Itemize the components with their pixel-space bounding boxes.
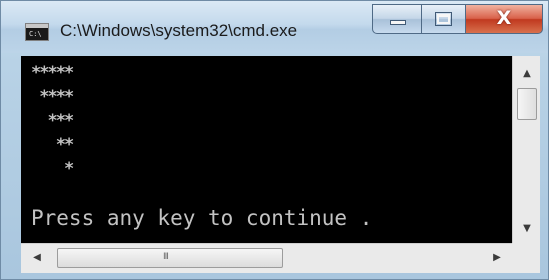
maximize-button[interactable]	[422, 4, 466, 34]
minimize-icon	[390, 20, 406, 25]
close-icon: X	[496, 7, 512, 29]
console-window: C:\ C:\Windows\system32\cmd.exe X ***** …	[0, 0, 549, 280]
horizontal-scrollbar[interactable]: ◀ III ▶	[21, 243, 512, 273]
cmd-icon[interactable]: C:\	[25, 23, 49, 41]
title-bar[interactable]: C:\ C:\Windows\system32\cmd.exe X	[1, 1, 548, 53]
window-title: C:\Windows\system32\cmd.exe	[60, 21, 298, 40]
scroll-left-icon[interactable]: ◀	[27, 248, 47, 268]
cmd-icon-text: C:\	[29, 30, 42, 38]
console-prompt: Press any key to continue .	[31, 206, 373, 230]
console-line: *	[31, 159, 74, 179]
scroll-up-icon[interactable]: ▲	[517, 64, 537, 84]
vertical-scroll-thumb[interactable]	[517, 88, 537, 120]
console-output[interactable]: ***** **** *** ** * Press any key to con…	[21, 56, 512, 243]
close-button[interactable]: X	[466, 4, 543, 34]
grip-icon: III	[163, 252, 169, 262]
size-grip[interactable]	[512, 243, 540, 273]
scroll-down-icon[interactable]: ▼	[517, 219, 537, 239]
console-line: ****	[31, 87, 74, 107]
maximize-icon	[435, 12, 452, 26]
console-line: ***	[31, 111, 74, 131]
console-line: *****	[31, 63, 74, 83]
scroll-right-icon[interactable]: ▶	[487, 248, 507, 268]
horizontal-scroll-thumb[interactable]: III	[57, 248, 283, 268]
vertical-scrollbar[interactable]: ▲ ▼	[512, 56, 540, 243]
minimize-button[interactable]	[372, 4, 422, 34]
console-line: **	[31, 135, 74, 155]
